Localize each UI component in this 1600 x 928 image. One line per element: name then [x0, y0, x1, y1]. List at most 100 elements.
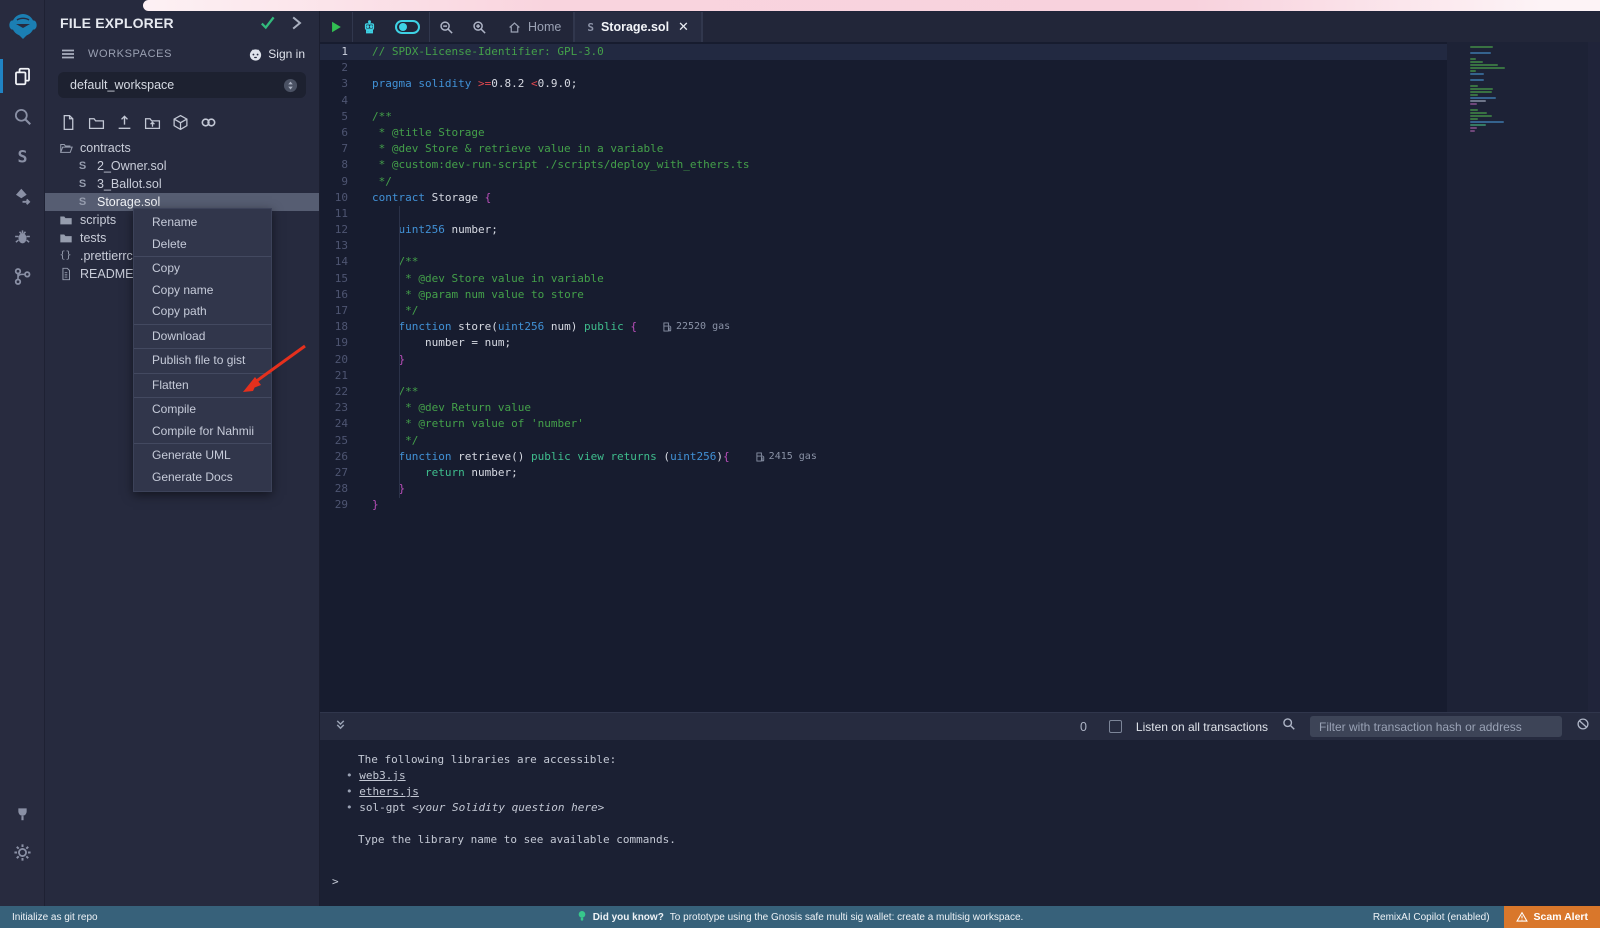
- context-menu-item-generate-uml[interactable]: Generate UML: [134, 445, 271, 467]
- tree-item-contracts[interactable]: contracts: [45, 139, 319, 157]
- code-text: */: [372, 174, 392, 190]
- line-number: 16: [320, 287, 372, 303]
- code-line: 25 */: [320, 433, 1447, 449]
- minimap-line: [1470, 82, 1520, 84]
- context-menu-item-copy-name[interactable]: Copy name: [134, 280, 271, 302]
- menu-divider: [134, 397, 271, 398]
- context-menu-item-copy[interactable]: Copy: [134, 258, 271, 280]
- terminal-link-line[interactable]: ethers.js: [320, 784, 1600, 800]
- sidebar-git-icon[interactable]: [0, 256, 45, 296]
- sidebar-debugger-icon[interactable]: [0, 216, 45, 256]
- minimap-line: [1470, 67, 1505, 69]
- sidebar-solidity-compiler-icon[interactable]: S: [0, 136, 45, 176]
- copilot-toggle[interactable]: [386, 12, 429, 42]
- zoom-in-icon[interactable]: [463, 12, 496, 42]
- context-menu-item-flatten[interactable]: Flatten: [134, 375, 271, 397]
- zoom-out-icon[interactable]: [430, 12, 463, 42]
- context-menu-item-compile[interactable]: Compile: [134, 399, 271, 421]
- sidebar-deploy-run-icon[interactable]: [0, 176, 45, 216]
- status-bar: Initialize as git repo Did you know? To …: [0, 906, 1600, 928]
- workspace-select[interactable]: default_workspace: [58, 72, 306, 98]
- minimap-line: [1470, 61, 1483, 63]
- context-menu-item-generate-docs[interactable]: Generate Docs: [134, 467, 271, 489]
- line-number: 17: [320, 303, 372, 319]
- code-line: 6 * @title Storage: [320, 125, 1447, 141]
- sidebar-plugin-manager-icon[interactable]: [0, 792, 45, 832]
- new-file-icon[interactable]: [60, 114, 77, 131]
- code-text: */: [372, 303, 418, 319]
- link-icon[interactable]: [200, 114, 217, 131]
- git-init-button[interactable]: Initialize as git repo: [0, 912, 98, 923]
- tab-storage-sol[interactable]: S Storage.sol ✕: [574, 12, 702, 42]
- run-script-button[interactable]: [320, 12, 352, 42]
- tree-item-2-owner-sol[interactable]: S2_Owner.sol: [45, 157, 319, 175]
- new-folder-icon[interactable]: [88, 114, 105, 131]
- listen-checkbox[interactable]: [1109, 720, 1122, 733]
- sidebar-settings-icon[interactable]: [0, 832, 45, 872]
- code-line: 27 return number;: [320, 465, 1447, 481]
- code-line: 11: [320, 206, 1447, 222]
- line-number: 27: [320, 465, 372, 481]
- tree-item-3-ballot-sol[interactable]: S3_Ballot.sol: [45, 175, 319, 193]
- close-tab-icon[interactable]: ✕: [678, 19, 689, 35]
- terminal-line: sol-gpt <your Solidity question here>: [320, 800, 1600, 816]
- svg-text:S: S: [18, 147, 28, 166]
- library-link[interactable]: web3.js: [359, 769, 405, 782]
- tab-home[interactable]: Home: [496, 12, 573, 42]
- copilot-status[interactable]: RemixAI Copilot (enabled): [1373, 912, 1504, 923]
- line-number: 11: [320, 206, 372, 222]
- collapse-terminal-icon[interactable]: [334, 718, 347, 736]
- transaction-filter-input[interactable]: [1310, 716, 1562, 737]
- workspace-select-value: default_workspace: [70, 78, 174, 92]
- clear-terminal-icon[interactable]: [1576, 717, 1590, 736]
- code-text: return number;: [372, 465, 518, 481]
- remix-logo-icon[interactable]: [0, 6, 45, 46]
- context-menu-item-delete[interactable]: Delete: [134, 234, 271, 256]
- code-line: 19 number = num;: [320, 335, 1447, 351]
- minimap-line: [1470, 58, 1476, 60]
- code-text: number = num;: [372, 335, 511, 351]
- code-text: */: [372, 433, 418, 449]
- context-menu-item-compile-for-nahmii[interactable]: Compile for Nahmii: [134, 421, 271, 443]
- minimap-line: [1470, 121, 1504, 123]
- hamburger-menu-icon[interactable]: [60, 46, 76, 62]
- line-number: 5: [320, 109, 372, 125]
- tree-item-label: 3_Ballot.sol: [97, 175, 162, 193]
- line-number: 7: [320, 141, 372, 157]
- check-icon[interactable]: [259, 14, 277, 32]
- terminal-output[interactable]: The following libraries are accessible:w…: [320, 740, 1600, 906]
- home-icon: [508, 21, 521, 34]
- context-menu-item-copy-path[interactable]: Copy path: [134, 301, 271, 323]
- code-line: 18 function store(uint256 num) public {2…: [320, 319, 1447, 335]
- code-text: uint256 number;: [372, 222, 498, 238]
- folder-open-icon: [58, 141, 73, 156]
- scam-alert-button[interactable]: Scam Alert: [1504, 906, 1600, 928]
- code-line: 14 /**: [320, 254, 1447, 270]
- github-signin-button[interactable]: Sign in: [248, 47, 305, 62]
- sidebar-search-icon[interactable]: [0, 96, 45, 136]
- search-terminal-icon[interactable]: [1282, 717, 1296, 736]
- upload-folder-icon[interactable]: [144, 114, 161, 131]
- tree-item-label: tests: [80, 229, 106, 247]
- line-number: 15: [320, 271, 372, 287]
- ai-assistant-icon[interactable]: [353, 12, 386, 42]
- context-menu-item-rename[interactable]: Rename: [134, 212, 271, 234]
- minimap-line: [1470, 79, 1484, 81]
- minimap[interactable]: [1470, 46, 1520, 133]
- sidebar-file-explorer-icon[interactable]: [0, 56, 45, 96]
- code-line: 24 * @return value of 'number': [320, 416, 1447, 432]
- context-menu-item-publish-file-to-gist[interactable]: Publish file to gist: [134, 350, 271, 372]
- menu-divider: [134, 348, 271, 349]
- minimap-line: [1470, 106, 1520, 108]
- minimap-line: [1470, 52, 1491, 54]
- code-line: 20 }: [320, 352, 1447, 368]
- code-line: 21: [320, 368, 1447, 384]
- library-link[interactable]: ethers.js: [359, 785, 419, 798]
- upload-file-icon[interactable]: [116, 114, 133, 131]
- context-menu-item-download[interactable]: Download: [134, 326, 271, 348]
- code-editor[interactable]: 1// SPDX-License-Identifier: GPL-3.023pr…: [320, 42, 1588, 712]
- chevron-right-icon[interactable]: [287, 14, 305, 32]
- cube-icon[interactable]: [172, 114, 189, 131]
- terminal-link-line[interactable]: web3.js: [320, 768, 1600, 784]
- file-actions-toolbar: [45, 108, 319, 139]
